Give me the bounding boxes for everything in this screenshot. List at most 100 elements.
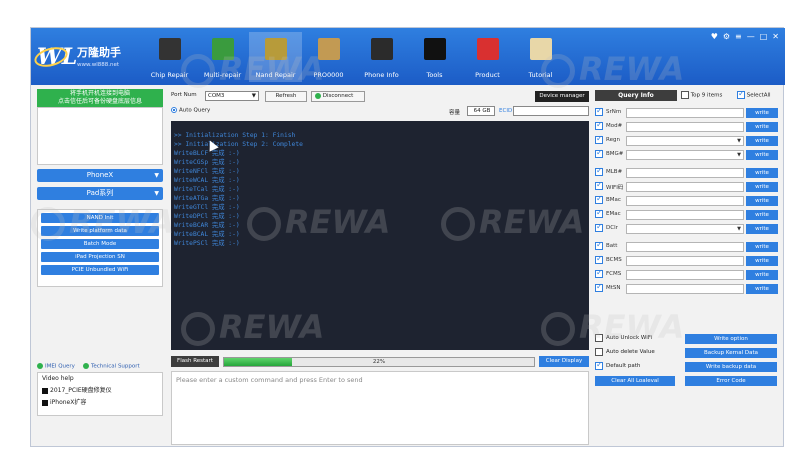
checkbox-icon[interactable] <box>595 348 603 356</box>
flash-restart-button[interactable]: Flash Restart <box>171 356 219 367</box>
port-label: Port Num <box>171 92 197 98</box>
field-input[interactable] <box>626 270 744 280</box>
nav-item-product[interactable]: Product <box>461 32 514 82</box>
checkbox-checked-icon[interactable] <box>595 208 603 218</box>
write-button[interactable]: write <box>746 284 778 294</box>
field-input[interactable] <box>626 196 744 206</box>
write-button[interactable]: write <box>746 182 778 192</box>
action-button-ipad-projection-sn[interactable]: iPad Projection SN <box>41 252 159 262</box>
field-input[interactable] <box>626 168 744 178</box>
log-line: WriteDPCl 完成 :-) <box>174 213 240 220</box>
checkbox-checked-icon[interactable] <box>595 240 603 250</box>
write-button[interactable]: write <box>746 108 778 118</box>
tech-support-link[interactable]: Technical Support <box>82 363 140 370</box>
field-label: BMG# <box>606 151 624 157</box>
checkbox-checked-icon[interactable] <box>595 222 603 232</box>
imei-query-link[interactable]: IMEI Query <box>37 363 75 370</box>
clear-display-button[interactable]: Clear Display <box>539 356 589 367</box>
status-dot-icon <box>315 92 321 99</box>
command-input[interactable]: Please enter a custom command and press … <box>171 371 589 445</box>
field-input[interactable]: ▼ <box>626 150 744 160</box>
port-select[interactable]: COM3 ▼ <box>205 91 259 101</box>
disconnect-button[interactable]: Disconnect <box>311 91 365 102</box>
action-button-nand-init[interactable]: NAND Init <box>41 213 159 223</box>
write-button[interactable]: write <box>746 150 778 160</box>
chevron-down-icon: ▼ <box>737 152 741 158</box>
ecid-field[interactable] <box>513 106 589 116</box>
field-row-srnm: SrNm write <box>595 106 779 119</box>
nav-item-pro0000[interactable]: PRO0000 <box>302 32 355 82</box>
nav-label: Tutorial <box>528 71 553 79</box>
query-info-button[interactable]: Query Info <box>595 90 677 101</box>
field-label: DClr <box>606 225 618 231</box>
checkbox-checked-icon[interactable] <box>595 360 603 370</box>
field-input[interactable]: ▼ <box>626 136 744 146</box>
checkbox-checked-icon[interactable] <box>595 180 603 190</box>
checkbox-checked-icon[interactable] <box>595 268 603 278</box>
field-input[interactable] <box>626 242 744 252</box>
write-button[interactable]: write <box>746 256 778 266</box>
select-all-checkbox[interactable]: SelectAll <box>737 89 771 99</box>
maximize-icon[interactable]: □ <box>760 32 768 41</box>
top9-checkbox[interactable]: Top 9 items <box>681 91 722 99</box>
chevron-down-icon: ▼ <box>154 172 159 179</box>
field-input[interactable]: ▼ <box>626 224 744 234</box>
field-label: FCMS <box>606 271 622 277</box>
option-label: Default path <box>606 363 641 369</box>
auto-query-radio[interactable]: Auto Query <box>171 107 210 114</box>
write-button[interactable]: write <box>746 196 778 206</box>
option-button[interactable]: Write option <box>685 334 777 344</box>
nav-item-nand-repair[interactable]: Nand Repair <box>249 32 302 82</box>
checkbox-checked-icon[interactable] <box>595 282 603 292</box>
action-button-batch-mode[interactable]: Batch Mode <box>41 239 159 249</box>
field-input[interactable] <box>626 284 744 294</box>
nav-item-chip-repair[interactable]: Chip Repair <box>143 32 196 82</box>
checkbox-checked-icon[interactable] <box>595 166 603 176</box>
series-select[interactable]: Pad系列 ▼ <box>37 187 163 200</box>
checkbox-checked-icon[interactable] <box>595 106 603 116</box>
field-input[interactable] <box>626 182 744 192</box>
menu-icon[interactable]: ≡ <box>735 32 742 41</box>
write-button[interactable]: write <box>746 136 778 146</box>
checkbox-checked-icon[interactable] <box>595 134 603 144</box>
checkbox-checked-icon[interactable] <box>595 254 603 264</box>
checkbox-checked-icon[interactable] <box>595 148 603 158</box>
nav-item-tutorial[interactable]: Tutorial <box>514 32 567 82</box>
option-button[interactable]: Backup Kernal Data <box>685 348 777 358</box>
field-input[interactable] <box>626 122 744 132</box>
checkbox-icon <box>681 91 689 99</box>
programmer-icon <box>317 38 340 60</box>
video-item[interactable]: iPhoneX扩容 <box>42 397 158 406</box>
field-input[interactable] <box>626 108 744 118</box>
checkbox-checked-icon[interactable] <box>595 194 603 204</box>
checkbox-icon[interactable] <box>595 334 603 342</box>
clear-all-button[interactable]: Clear All Loaleval <box>595 376 675 386</box>
refresh-button[interactable]: Refresh <box>265 91 307 102</box>
minimize-icon[interactable]: — <box>747 32 755 41</box>
settings-icon[interactable]: ⚙ <box>723 32 730 41</box>
model-select[interactable]: PhoneX ▼ <box>37 169 163 182</box>
write-button[interactable]: write <box>746 242 778 252</box>
write-button[interactable]: write <box>746 270 778 280</box>
error-code-button[interactable]: Error Code <box>685 376 777 386</box>
field-row-regn: Regn ▼ write <box>595 134 779 147</box>
action-button-pcie-unbundled-wifi[interactable]: PCIE Unbundled WiFi <box>41 265 159 275</box>
option-row: Auto delete Value Backup Kernal Data <box>595 348 781 359</box>
field-input[interactable] <box>626 256 744 266</box>
video-item[interactable]: 2017_PCIE硬盘修复仪 <box>42 385 158 394</box>
nav-item-phone-info[interactable]: Phone Info <box>355 32 408 82</box>
option-button[interactable]: Write backup data <box>685 362 777 372</box>
nav-item-tools[interactable]: Tools <box>408 32 461 82</box>
field-row-dclr: DClr ▼ write <box>595 222 779 235</box>
device-manager-button[interactable]: Device manager <box>535 91 589 102</box>
write-button[interactable]: write <box>746 224 778 234</box>
field-input[interactable] <box>626 210 744 220</box>
action-button-write-platform-data[interactable]: Write platform data <box>41 226 159 236</box>
nav-item-multi-repair[interactable]: Multi-repair <box>196 32 249 82</box>
write-button[interactable]: write <box>746 168 778 178</box>
write-button[interactable]: write <box>746 210 778 220</box>
skin-icon[interactable]: ♥ <box>711 32 718 41</box>
write-button[interactable]: write <box>746 122 778 132</box>
checkbox-checked-icon[interactable] <box>595 120 603 130</box>
close-icon[interactable]: ✕ <box>772 32 779 41</box>
